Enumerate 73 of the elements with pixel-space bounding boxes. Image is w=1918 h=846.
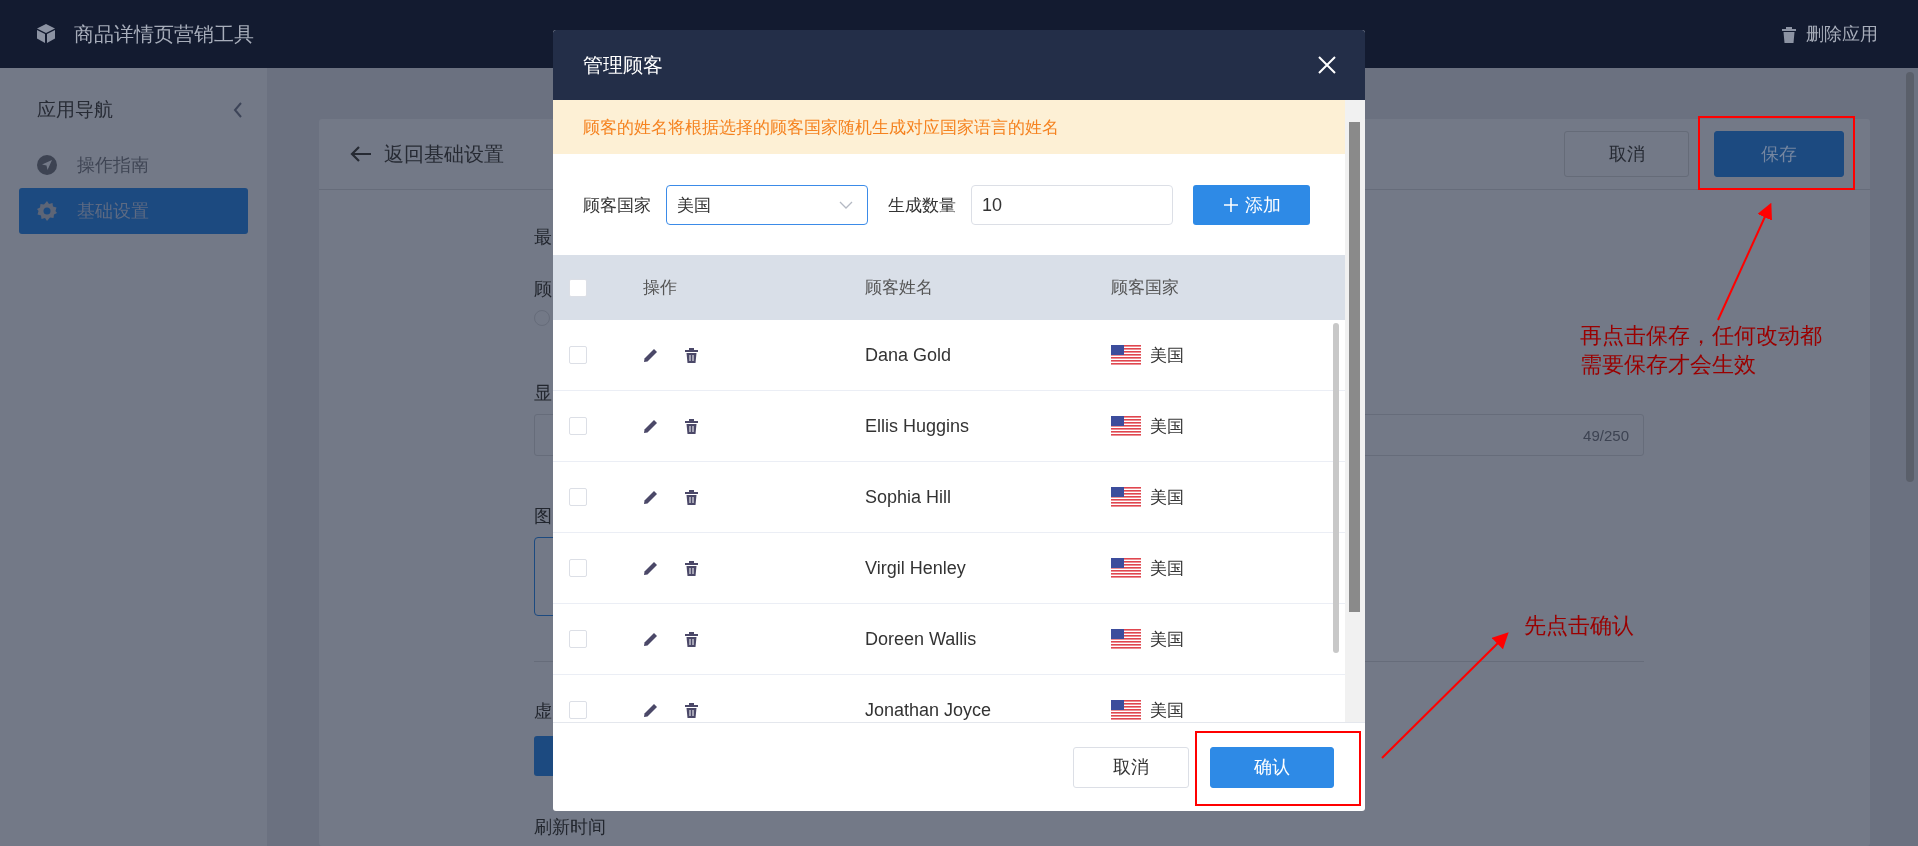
pencil-icon[interactable]	[643, 631, 659, 647]
cube-icon	[36, 23, 58, 45]
country-cell-text: 美国	[1150, 699, 1184, 722]
trash-icon[interactable]	[684, 489, 699, 505]
form-label: 显	[534, 382, 552, 404]
country-cell-text: 美国	[1150, 557, 1184, 580]
name-cell-text: Virgil Henley	[865, 557, 967, 579]
dialog-title: 管理顾客	[583, 52, 663, 78]
country-cell-text: 美国	[1150, 628, 1184, 651]
chevron-down-icon	[839, 201, 853, 209]
flag-icon	[1111, 487, 1141, 507]
name-cell-text: Ellis Huggins	[865, 415, 971, 437]
compass-icon	[37, 155, 57, 175]
checkbox[interactable]	[569, 630, 587, 648]
form-label: 虚	[534, 700, 552, 722]
save-button[interactable]: 保存	[1714, 131, 1844, 177]
annotation-text: 先点击确认	[1524, 612, 1634, 640]
trash-icon	[1780, 25, 1798, 43]
trash-icon[interactable]	[684, 347, 699, 363]
notice-banner: 顾客的姓名将根据选择的顾客国家随机生成对应国家语言的姓名	[553, 100, 1345, 154]
checkbox[interactable]	[569, 346, 587, 364]
cancel-button[interactable]: 取消	[1073, 746, 1189, 788]
plus-icon	[1222, 197, 1239, 213]
trash-icon[interactable]	[684, 418, 699, 434]
checkbox[interactable]	[569, 488, 587, 506]
column-header: 顾客姓名	[865, 277, 934, 299]
form-label: 刷新时间	[534, 816, 606, 838]
trash-icon[interactable]	[684, 560, 699, 576]
back-arrow-icon	[350, 146, 372, 162]
name-cell-text: Sophia Hill	[865, 486, 953, 508]
column-header: 顾客国家	[1111, 277, 1180, 299]
trash-icon[interactable]	[684, 702, 699, 718]
settings-icon	[37, 201, 57, 221]
country-cell-text: 美国	[1150, 486, 1184, 509]
country-cell-text: 美国	[1150, 415, 1184, 438]
scrollbar[interactable]	[1345, 100, 1365, 722]
field-label: 顾客国家	[583, 194, 651, 217]
pencil-icon[interactable]	[643, 489, 659, 505]
scrollbar[interactable]	[1333, 323, 1339, 653]
checkbox[interactable]	[569, 701, 587, 719]
flag-icon	[1111, 629, 1141, 649]
form-label: 顾	[534, 278, 552, 300]
count-field[interactable]: 10	[971, 185, 1173, 225]
name-cell-text: Doreen Wallis	[865, 628, 978, 650]
checkbox[interactable]	[569, 559, 587, 577]
sidebar-title: 应用导航	[37, 98, 113, 122]
add-button[interactable]: 添加	[1193, 185, 1310, 225]
name-cell-text: Jonathan Joyce	[865, 699, 993, 721]
confirm-button[interactable]: 确认	[1210, 746, 1334, 788]
cancel-button[interactable]: 取消	[1564, 131, 1689, 177]
pencil-icon[interactable]	[643, 560, 659, 576]
pencil-icon[interactable]	[643, 702, 659, 718]
checkbox[interactable]	[569, 417, 587, 435]
field-label: 生成数量	[888, 194, 956, 217]
form-label: 最	[534, 226, 552, 248]
country-cell-text: 美国	[1150, 344, 1184, 367]
trash-icon[interactable]	[684, 631, 699, 647]
pencil-icon[interactable]	[643, 347, 659, 363]
country-select[interactable]: 美国	[666, 185, 868, 225]
flag-icon	[1111, 558, 1141, 578]
flag-icon	[1111, 416, 1141, 436]
close-icon[interactable]	[1318, 56, 1336, 74]
back-link[interactable]: 返回基础设置	[350, 140, 504, 168]
flag-icon	[1111, 345, 1141, 365]
checkbox[interactable]	[569, 278, 587, 297]
form-label: 图	[534, 505, 552, 527]
pencil-icon[interactable]	[643, 418, 659, 434]
app-title: 商品详情页营销工具	[74, 21, 254, 47]
flag-icon	[1111, 700, 1141, 720]
column-header: 操作	[643, 277, 678, 299]
name-cell-text: Dana Gold	[865, 344, 953, 366]
delete-app-link[interactable]: 删除应用	[1780, 22, 1878, 46]
annotation-text: 再点击保存，任何改动都 需要保存才会生效	[1580, 322, 1822, 379]
